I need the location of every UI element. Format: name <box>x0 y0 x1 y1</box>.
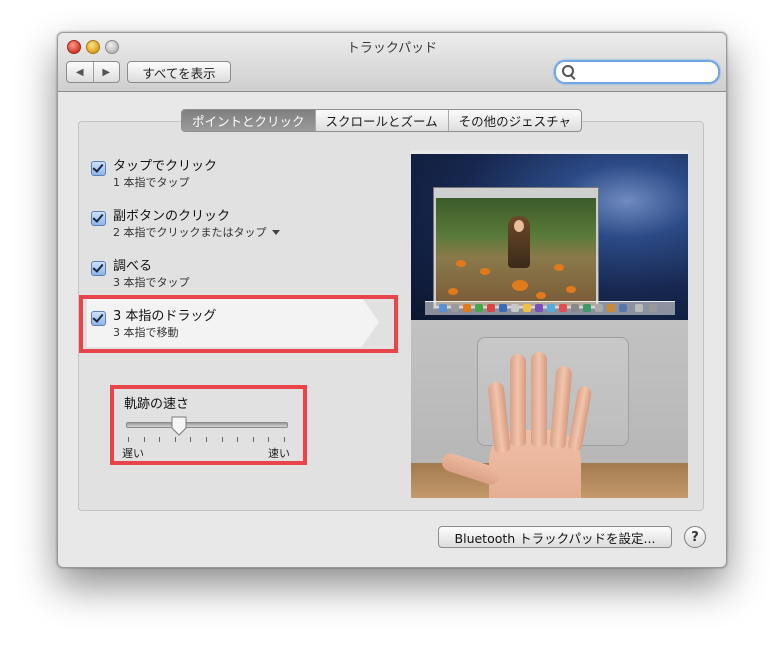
dock-icon <box>649 304 657 312</box>
slider-tick <box>268 437 270 442</box>
help-icon[interactable]: ? <box>684 526 706 548</box>
dock-icon <box>451 304 459 312</box>
option-subtitle: 1 本指でタップ <box>113 176 190 189</box>
forward-arrow-icon[interactable]: ▶ <box>94 62 120 82</box>
dock-icon <box>499 304 507 312</box>
preview-hand-finger <box>510 354 526 446</box>
option-subtitle: 3 本指でタップ <box>113 276 190 289</box>
show-all-button[interactable]: すべてを表示 <box>127 61 231 83</box>
dock-icon <box>523 304 531 312</box>
pumpkin <box>456 260 466 267</box>
checkbox-icon[interactable] <box>91 211 106 226</box>
slider-tick <box>206 437 207 442</box>
dock-icon <box>547 304 555 312</box>
dock-icon <box>571 304 579 312</box>
slider-tick <box>174 437 176 442</box>
pumpkin <box>512 280 528 291</box>
trackpad-preferences-window: トラックパッド ◀ ▶ すべてを表示 ポイントとクリック スクロールとズーム そ… <box>57 32 727 568</box>
preview-desktop <box>411 150 688 320</box>
preview-hand-finger <box>531 352 547 446</box>
back-arrow-icon[interactable]: ◀ <box>67 62 94 82</box>
dock-icon <box>511 304 519 312</box>
dock-icon <box>487 304 495 312</box>
checkbox-icon[interactable] <box>91 161 106 176</box>
tracking-speed-highlight-box <box>110 385 307 465</box>
option-title: タップでクリック <box>113 159 218 174</box>
dock-icon <box>607 304 615 312</box>
slider-tick <box>190 437 192 442</box>
pumpkin <box>536 292 546 299</box>
tab-point-and-click[interactable]: ポイントとクリック <box>182 110 316 131</box>
dock-icon <box>463 304 471 312</box>
tab-bar: ポイントとクリック スクロールとズーム その他のジェスチャ <box>181 109 583 132</box>
preview-browser-window <box>433 187 599 309</box>
option-secondary-click[interactable]: 副ボタンのクリック 2 本指でクリックまたはタップ <box>91 205 391 241</box>
dock-icon <box>619 304 627 312</box>
slider-tick <box>128 437 129 442</box>
pumpkin <box>554 264 564 271</box>
slider-tick <box>159 437 161 442</box>
search-input[interactable] <box>554 60 720 84</box>
option-subtitle[interactable]: 2 本指でクリックまたはタップ <box>113 224 280 240</box>
dock-icon <box>559 304 567 312</box>
slider-tick <box>237 437 239 442</box>
pumpkin <box>480 268 490 275</box>
setup-bluetooth-trackpad-button[interactable]: Bluetooth トラックパッドを設定... <box>438 526 672 548</box>
pumpkin <box>566 286 576 293</box>
window-title: トラックパッド <box>346 41 438 56</box>
slider-tick <box>284 437 285 442</box>
title-bar: トラックパッド ◀ ▶ すべてを表示 <box>58 33 726 92</box>
preview-dock <box>425 301 675 315</box>
tab-more-gestures[interactable]: その他のジェスチャ <box>449 110 581 131</box>
dock-icon <box>583 304 591 312</box>
dock-icon <box>595 304 603 312</box>
dock-icon <box>635 304 643 312</box>
three-finger-drag-highlight-box <box>79 295 398 353</box>
checkbox-icon[interactable] <box>91 261 106 276</box>
gesture-preview-video <box>411 150 688 498</box>
slider-tick <box>143 437 145 442</box>
preview-child-face <box>514 220 524 232</box>
preview-menu-bar <box>411 150 688 154</box>
dock-icon <box>439 304 447 312</box>
tab-scroll-and-zoom[interactable]: スクロールとズーム <box>316 110 449 131</box>
search-icon <box>562 65 574 77</box>
preview-photo <box>436 198 596 306</box>
option-look-up[interactable]: 調べる 3 本指でタップ <box>91 255 391 291</box>
slider-tick <box>252 437 254 442</box>
back-forward-control: ◀ ▶ <box>66 61 120 83</box>
popup-arrow-icon[interactable] <box>271 230 280 235</box>
option-title: 調べる <box>113 259 153 274</box>
slider-tick <box>221 437 223 442</box>
option-tap-to-click[interactable]: タップでクリック 1 本指でタップ <box>91 155 391 191</box>
dock-icon <box>475 304 483 312</box>
option-title: 副ボタンのクリック <box>113 209 231 224</box>
pumpkin <box>448 288 458 295</box>
dock-icon <box>535 304 543 312</box>
option-subtitle-text: 2 本指でクリックまたはタップ <box>113 226 267 239</box>
